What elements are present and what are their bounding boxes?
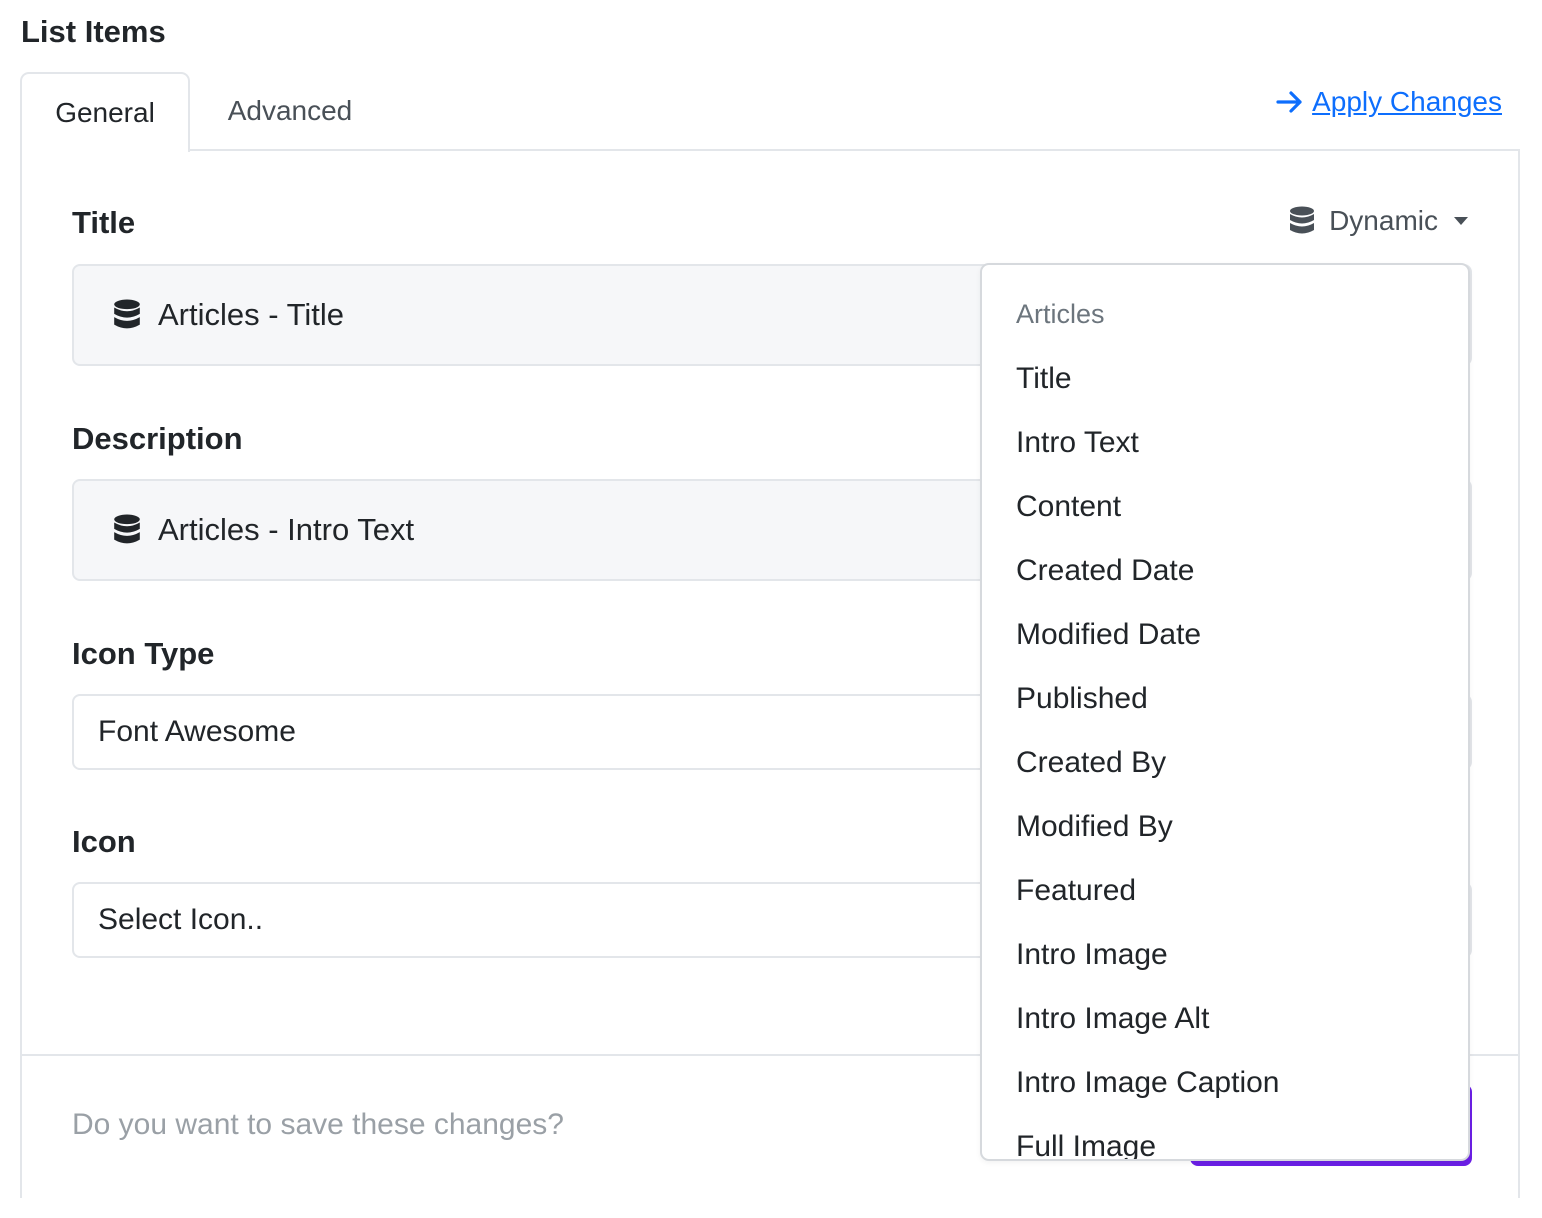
apply-changes-link[interactable]: Apply Changes: [1276, 86, 1502, 118]
caret-down-icon: [1454, 217, 1468, 225]
dynamic-label: Dynamic: [1329, 205, 1438, 236]
dropdown-item-intro-image-alt[interactable]: Intro Image Alt: [982, 987, 1468, 1051]
dynamic-toggle[interactable]: Dynamic: [1289, 205, 1468, 237]
title-label: Title: [72, 205, 136, 240]
icon-type-label: Icon Type: [72, 636, 215, 671]
dropdown-item-content[interactable]: Content: [982, 475, 1468, 539]
dropdown-item-intro-image-caption[interactable]: Intro Image Caption: [982, 1051, 1468, 1115]
save-prompt: Do you want to save these changes?: [72, 1108, 564, 1141]
dynamic-source-dropdown: Articles Title Intro Text Content Create…: [980, 263, 1470, 1161]
page-title: List Items: [21, 14, 166, 49]
database-icon: [112, 514, 142, 546]
tab-advanced[interactable]: Advanced: [200, 72, 380, 150]
apply-changes-label: Apply Changes: [1312, 86, 1502, 117]
description-value: Articles - Intro Text: [158, 512, 415, 547]
dropdown-item-intro-text[interactable]: Intro Text: [982, 411, 1468, 475]
dropdown-item-full-image[interactable]: Full Image: [982, 1115, 1468, 1159]
dropdown-item-created-by[interactable]: Created By: [982, 731, 1468, 795]
title-value: Articles - Title: [158, 297, 345, 332]
dropdown-item-modified-date[interactable]: Modified Date: [982, 603, 1468, 667]
dropdown-item-featured[interactable]: Featured: [982, 859, 1468, 923]
database-icon: [112, 299, 142, 331]
database-icon: [1289, 206, 1315, 236]
dropdown-item-modified-by[interactable]: Modified By: [982, 795, 1468, 859]
dropdown-item-published[interactable]: Published: [982, 667, 1468, 731]
dropdown-item-created-date[interactable]: Created Date: [982, 539, 1468, 603]
arrow-right-icon: [1276, 89, 1304, 115]
icon-label: Icon: [72, 824, 136, 859]
dropdown-item-title[interactable]: Title: [982, 347, 1468, 411]
description-label: Description: [72, 421, 243, 456]
dropdown-item-intro-image[interactable]: Intro Image: [982, 923, 1468, 987]
dropdown-list: Title Intro Text Content Created Date Mo…: [982, 347, 1468, 1159]
dropdown-header: Articles: [1016, 299, 1105, 329]
tab-general[interactable]: General: [20, 72, 190, 152]
